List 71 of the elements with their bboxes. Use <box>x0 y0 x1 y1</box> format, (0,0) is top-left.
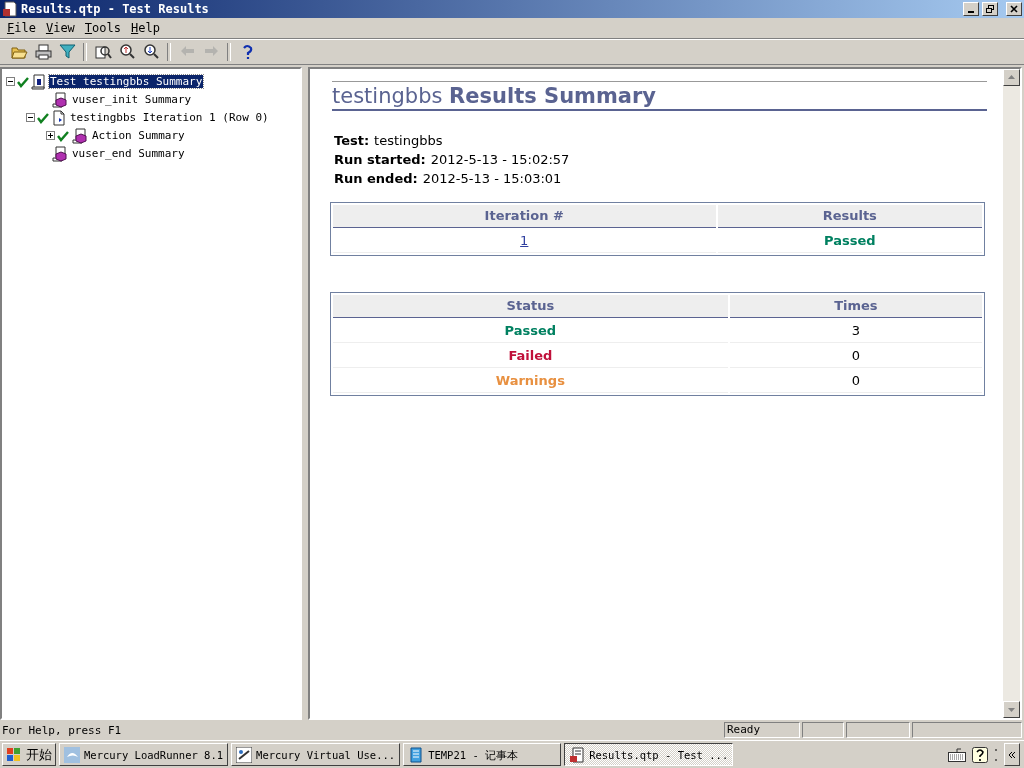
restore-icon <box>986 4 994 13</box>
double-chevron-icon <box>1008 750 1016 759</box>
script-cube-icon <box>51 145 69 162</box>
status-text: Ready <box>724 722 800 739</box>
taskbar-button[interactable]: Mercury LoadRunner 8.1 <box>59 743 229 767</box>
iteration-link[interactable]: 1 <box>520 233 529 249</box>
help-text: For Help, press F1 <box>2 723 123 737</box>
filter-icon <box>58 43 76 61</box>
minimize-icon <box>968 10 974 13</box>
zoom-down-icon <box>142 43 160 61</box>
table-cell: 3 <box>729 319 982 343</box>
menu-item[interactable]: File <box>2 20 41 35</box>
window-title: Results.qtp - Test Results <box>21 1 210 16</box>
up-arrow-icon <box>1008 75 1015 80</box>
swirl-icon <box>64 746 80 763</box>
notepad-icon <box>408 746 425 763</box>
keyboard-icon[interactable] <box>948 747 966 762</box>
tree-item[interactable]: vuser_end Summary <box>71 147 186 161</box>
zoom-up-icon <box>118 43 136 61</box>
windows-flag-icon <box>6 746 22 763</box>
app-icon <box>2 0 18 17</box>
close-icon <box>1010 4 1018 13</box>
table-cell: 0 <box>729 344 982 368</box>
taskbar-button[interactable]: TEMP21 - 记事本 <box>403 743 562 767</box>
page-arrow-icon <box>51 109 67 126</box>
status-pane <box>802 722 844 739</box>
column-header: Times <box>729 294 982 318</box>
table-cell: Warnings <box>333 369 728 393</box>
tree-item[interactable]: Action Summary <box>91 129 186 143</box>
table-cell: Passed <box>333 319 728 343</box>
expand-icon[interactable] <box>46 131 55 141</box>
scroll-down-button[interactable] <box>1003 701 1020 719</box>
tree-item[interactable]: Test testingbbs Summary <box>49 75 204 89</box>
tree-item[interactable]: vuser_init Summary <box>71 93 193 107</box>
script-cube-icon <box>71 127 89 144</box>
table-cell: Passed <box>717 229 982 253</box>
scroll-up-button[interactable] <box>1003 68 1020 86</box>
field-value: 2012-5-13 - 15:02:57 <box>430 151 570 167</box>
scrollbar[interactable] <box>1003 68 1020 719</box>
field-label: Run started: <box>334 151 426 167</box>
field-label: Run ended: <box>334 170 418 186</box>
document-icon <box>569 746 586 763</box>
help-icon[interactable] <box>972 746 988 763</box>
field-value: testingbbs <box>374 132 443 148</box>
restore-button[interactable] <box>982 1 998 16</box>
field-label: Test: <box>334 132 370 148</box>
minimize-button[interactable] <box>963 1 979 16</box>
tree-item[interactable]: testingbbs Iteration 1 (Row 0) <box>69 111 270 125</box>
menu-item[interactable]: View <box>40 20 80 35</box>
show-hidden-button[interactable] <box>1004 743 1020 767</box>
collapse-icon[interactable] <box>26 113 35 123</box>
script-cube-icon <box>51 91 69 108</box>
field-value: 2012-5-13 - 15:03:01 <box>422 170 562 186</box>
report-heading: testingbbs Results Summary <box>332 83 987 111</box>
close-button[interactable] <box>1006 1 1022 16</box>
taskbar-button[interactable]: Results.qtp - Test ... <box>564 743 734 767</box>
printer-icon <box>34 43 52 61</box>
status-pane <box>846 722 910 739</box>
menu-item[interactable]: Tools <box>79 20 126 35</box>
collapse-icon[interactable] <box>6 77 15 87</box>
column-header: Iteration # <box>333 204 716 228</box>
down-arrow-icon <box>1008 707 1015 712</box>
column-header: Results <box>717 204 982 228</box>
scroll-icon <box>31 73 47 90</box>
taskbar-button[interactable]: Mercury Virtual Use... <box>231 743 401 767</box>
magnifier-icon <box>94 43 112 61</box>
start-button[interactable]: 开始 <box>2 743 56 767</box>
table-cell: 0 <box>729 369 982 393</box>
menu-item[interactable]: Help <box>126 20 165 35</box>
column-header: Status <box>333 294 728 318</box>
table-cell: Failed <box>333 344 728 368</box>
